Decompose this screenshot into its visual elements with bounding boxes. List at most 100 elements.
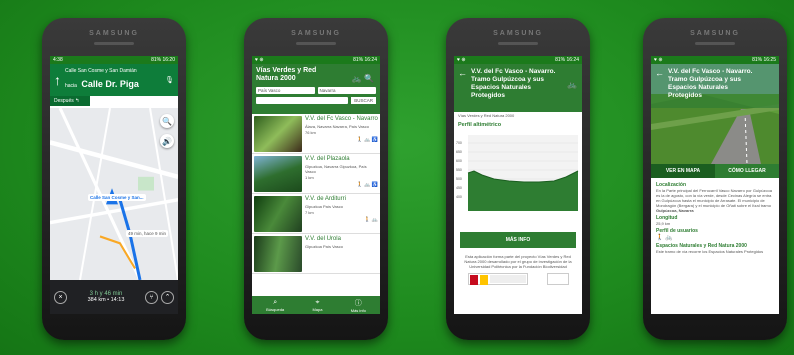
route-thumbnail bbox=[254, 156, 302, 192]
spaces-text: Este tramo de vía recorre los Espacios N… bbox=[656, 249, 764, 254]
alternate-routes-icon[interactable]: ⑂ bbox=[145, 290, 158, 304]
chevron-up-icon[interactable]: ⌃ bbox=[161, 290, 174, 304]
eta-block[interactable]: 3 h y 46 min 384 km • 14:13 bbox=[88, 291, 125, 303]
item-meta: 7 km bbox=[305, 210, 314, 215]
screen-list: ♥ ⊕ 81% 16:24 Vías Verdes y Red Natura 2… bbox=[252, 56, 380, 314]
nav-search-label: Búsqueda bbox=[266, 306, 285, 312]
back-arrow-icon[interactable]: ← bbox=[458, 68, 467, 108]
straight-arrow-icon: ↑ bbox=[54, 72, 61, 88]
route-title: V.V. del Fc Vasco - Navarro. Tramo Gulpú… bbox=[668, 68, 753, 99]
screen-detail: ♥ ⊕ 81% 16:25 ← V.V. del Fc Vasco - Nava… bbox=[651, 56, 779, 314]
item-region: Gipuzkoa País Vasco bbox=[305, 204, 343, 209]
government-logo bbox=[467, 273, 528, 285]
length-value: 25,9 km bbox=[656, 221, 671, 226]
then-turn-chip: Después ↰ bbox=[50, 96, 90, 106]
list-item[interactable]: V.V. del Urola Gipuzkoa País Vasco bbox=[252, 234, 380, 274]
elevation-chart: 700 650 600 550 500 450 400 bbox=[456, 135, 579, 211]
status-right: 81% 16:25 bbox=[752, 57, 776, 63]
search-map-button[interactable]: 🔍 bbox=[160, 114, 174, 128]
list-header: Vías Verdes y Red Natura 2000 🚲 🔍 País V… bbox=[252, 64, 380, 114]
phone-brand: SAMSUNG bbox=[89, 30, 139, 37]
back-arrow-icon[interactable]: ← bbox=[655, 68, 664, 104]
route-thumbnail bbox=[254, 196, 302, 232]
project-note: Esta aplicación forma parte del proyecto… bbox=[464, 254, 572, 269]
status-bar: ♥ ⊕ 81% 16:25 bbox=[651, 56, 779, 64]
route-title: V.V. del Fc Vasco - Navarro. Tramo Gulpú… bbox=[471, 68, 556, 99]
list-item[interactable]: V.V. de Arditurri Gipuzkoa País Vasco 7 … bbox=[252, 194, 380, 234]
nav-map[interactable]: ⌖ Mapa bbox=[312, 299, 322, 312]
current-location-label: Calle San Cosme y San... bbox=[88, 194, 146, 201]
item-title: V.V. del Fc Vasco - Navarro bbox=[305, 116, 378, 122]
phone-brand: SAMSUNG bbox=[690, 30, 740, 37]
status-left: ♥ ⊕ bbox=[255, 57, 264, 63]
status-bar: 4:38 81% 16:20 bbox=[50, 56, 178, 64]
zone-text: Gulpúzcoa, Navarra bbox=[656, 208, 694, 213]
next-street: Calle Dr. Piga bbox=[81, 79, 139, 89]
item-meta: 1 km bbox=[305, 175, 314, 180]
item-title: V.V. de Arditurri bbox=[305, 196, 346, 202]
detail-header: ← V.V. del Fc Vasco - Navarro. Tramo Gul… bbox=[651, 64, 779, 108]
close-icon[interactable]: × bbox=[54, 290, 67, 304]
y-tick: 700 bbox=[456, 141, 462, 145]
route-thumbnail bbox=[254, 236, 302, 272]
search-button[interactable]: BUSCAR bbox=[351, 97, 376, 104]
phone-brand: SAMSUNG bbox=[291, 30, 341, 37]
header-actions: 🚲 🔍 bbox=[352, 74, 374, 83]
search-input[interactable] bbox=[256, 97, 349, 104]
microphone-icon[interactable]: 🎙 bbox=[165, 76, 174, 84]
user-type-icons: 🚶 🚲 bbox=[656, 235, 673, 241]
status-left: 4:38 bbox=[53, 57, 63, 63]
item-region: Gipuzkoa País Vasco bbox=[305, 244, 343, 249]
bike-icon[interactable]: 🚲 bbox=[352, 74, 362, 83]
map-pin-icon: ⌖ bbox=[315, 298, 320, 306]
list-item[interactable]: V.V. del Plazaola Gipuzkoa, Navarra Gipu… bbox=[252, 154, 380, 194]
info-section: Localización En la Parte principal del F… bbox=[651, 178, 779, 256]
side-note: 49 min, hace 9 min bbox=[126, 230, 169, 237]
section-title: Perfil altimétrico bbox=[458, 122, 502, 128]
map-view[interactable]: 🔍 🔊 Calle San Cosme y San... 49 min, hac… bbox=[50, 108, 178, 280]
user-type-icons: 🚶 🚲 bbox=[364, 217, 378, 223]
status-right: 81% 16:20 bbox=[151, 57, 175, 63]
search-icon[interactable]: 🔍 bbox=[364, 74, 374, 83]
list-item[interactable]: V.V. del Fc Vasco - Navarro Álava, Navar… bbox=[252, 114, 380, 154]
status-right: 81% 16:24 bbox=[353, 57, 377, 63]
phone-list: SAMSUNG ♥ ⊕ 81% 16:24 Vías Verdes y Red … bbox=[244, 18, 388, 340]
view-on-map-tab[interactable]: VER EN MAPA bbox=[651, 164, 715, 178]
y-tick: 400 bbox=[456, 195, 462, 199]
item-title: V.V. del Plazaola bbox=[305, 156, 350, 162]
status-bar: ♥ ⊕ 81% 16:24 bbox=[454, 56, 582, 64]
toward-label: hacia bbox=[65, 83, 77, 89]
y-tick: 600 bbox=[456, 159, 462, 163]
item-meta: 76 km bbox=[305, 130, 316, 135]
status-left: ♥ ⊕ bbox=[457, 57, 466, 63]
sound-button[interactable]: 🔊 bbox=[160, 134, 174, 148]
item-region: Álava, Navarra Navarra, País Vasco bbox=[305, 124, 369, 129]
bike-icon[interactable]: 🚲 bbox=[567, 80, 577, 89]
y-tick: 650 bbox=[456, 150, 462, 154]
location-text: En la Parte principal del Ferrocarril Va… bbox=[656, 188, 772, 208]
phone-navigation: SAMSUNG 4:38 81% 16:20 ↑ Calle San Cosme… bbox=[42, 18, 186, 340]
phone-detail: SAMSUNG ♥ ⊕ 81% 16:25 ← V.V. del Fc Vasc… bbox=[643, 18, 787, 340]
y-tick: 500 bbox=[456, 177, 462, 181]
status-left: ♥ ⊕ bbox=[654, 57, 663, 63]
more-info-button[interactable]: MÁS INFO bbox=[460, 232, 576, 248]
region-select[interactable]: País Vasco bbox=[256, 87, 315, 94]
province-select[interactable]: Navarra bbox=[317, 87, 376, 94]
phone-speaker bbox=[498, 42, 538, 45]
app-title: Vías Verdes y Red Natura 2000 bbox=[256, 67, 317, 82]
bottom-navigation: ⌕ Búsqueda ⌖ Mapa ⓘ Más info bbox=[252, 296, 380, 314]
nav-search[interactable]: ⌕ Búsqueda bbox=[266, 299, 284, 312]
action-tabs: VER EN MAPA CÓMO LLEGAR bbox=[651, 164, 779, 178]
screen-navigation: 4:38 81% 16:20 ↑ Calle San Cosme y San D… bbox=[50, 56, 178, 314]
nav-info[interactable]: ⓘ Más info bbox=[351, 298, 366, 313]
phone-profile: SAMSUNG ♥ ⊕ 81% 16:24 ← V.V. del Fc Vasc… bbox=[446, 18, 590, 340]
navigation-footer: × 3 h y 46 min 384 km • 14:13 ⑂ ⌃ bbox=[50, 280, 178, 314]
y-tick: 550 bbox=[456, 168, 462, 172]
item-region: Gipuzkoa, Navarra Gipuzkoa, País Vasco bbox=[305, 164, 367, 174]
how-to-get-tab[interactable]: CÓMO LLEGAR bbox=[715, 164, 779, 178]
item-title: V.V. del Urola bbox=[305, 236, 341, 242]
sponsor-logos bbox=[454, 269, 582, 289]
then-label: Después bbox=[54, 98, 74, 104]
route-photo: ← V.V. del Fc Vasco - Navarro. Tramo Gul… bbox=[651, 64, 779, 164]
search-icon: ⌕ bbox=[273, 298, 278, 306]
